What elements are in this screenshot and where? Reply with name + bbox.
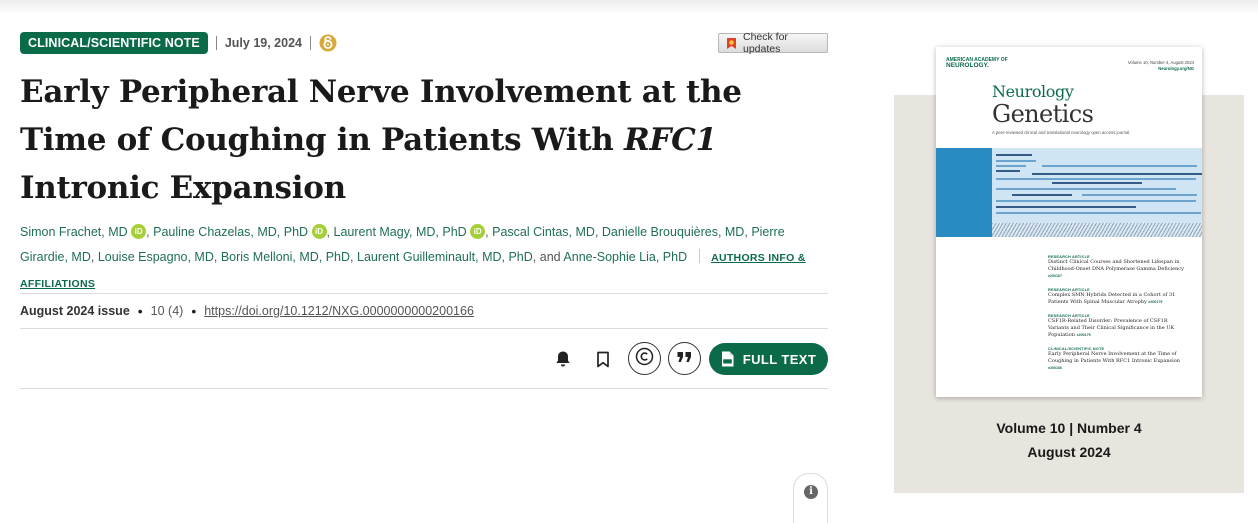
cover-article-title: Early Peripheral Nerve Involvement at th… (1048, 351, 1180, 364)
info-icon: i (804, 485, 818, 499)
divider (20, 388, 828, 389)
author-sep: , (146, 225, 150, 239)
bullet: • (137, 303, 143, 319)
author-sep: , (485, 225, 489, 239)
issue-month-line: August 2024 (1027, 444, 1111, 460)
cover-article-title: CSF1R-Related Disorder: Prevalence of CS… (1048, 318, 1175, 338)
open-access-icon (319, 34, 337, 52)
author-link[interactable]: Simon Frachet, MD (20, 225, 128, 239)
author-sep: , (594, 225, 599, 239)
author-link[interactable]: Louise Espagno, MD (98, 250, 214, 264)
volume-number: 10 (4) (150, 304, 184, 318)
bookmark-icon[interactable] (592, 348, 614, 370)
cover-society-logo: AMERICAN ACADEMY OF NEUROLOGY. (946, 57, 1008, 69)
bullet: • (191, 303, 197, 319)
author-link[interactable]: Laurent Guilleminault, MD, PhD (357, 250, 533, 264)
full-text-button[interactable]: FULL TEXT (709, 343, 828, 375)
full-text-label: FULL TEXT (742, 351, 817, 367)
issue-link[interactable]: August 2024 issue (20, 304, 130, 318)
divider (20, 293, 828, 294)
check-updates-icon (725, 37, 738, 50)
cover-issue-info: Volume 10, Number 4, August 2024 Neurolo… (1128, 60, 1194, 72)
cover-article: CLINICAL/SCIENTIFIC NOTE Early Periphera… (1048, 347, 1188, 372)
doi-link[interactable]: https://doi.org/10.1212/NXG.000000000020… (204, 304, 474, 318)
pdf-icon (721, 351, 734, 367)
author-sep: , (326, 225, 331, 239)
divider (215, 36, 217, 50)
orcid-icon[interactable]: iD (311, 224, 327, 239)
divider (310, 36, 311, 50)
cover-journal-name: Neurology (992, 82, 1074, 101)
cover-article: RESEARCH ARTICLE Complex SMN Hybrids Det… (1048, 288, 1188, 306)
quote-icon (677, 350, 692, 368)
issue-info[interactable]: Volume 10 | Number 4 August 2024 (894, 416, 1244, 464)
orcid-icon[interactable]: iD (131, 224, 147, 239)
cover-color-block (936, 148, 992, 237)
article-type-badge[interactable]: CLINICAL/SCIENTIFIC NOTE (20, 32, 208, 54)
cover-article-title: Distinct Clinical Courses and Shortened … (1048, 259, 1184, 272)
cover-subtitle: A peer-reviewed clinical and translation… (992, 130, 1130, 135)
cover-society-line2: NEUROLOGY. (946, 62, 989, 69)
top-shadow (0, 0, 1258, 14)
author-list: Simon Frachet, MD iD, Pauline Chazelas, … (20, 220, 810, 297)
cover-article-page: e200175 (1148, 300, 1163, 304)
issue-row: August 2024 issue • 10 (4) • https://doi… (20, 302, 474, 320)
issue-volume-line: Volume 10 | Number 4 (996, 420, 1142, 436)
author-link[interactable]: Boris Melloni, MD, PhD (221, 250, 350, 264)
cite-button[interactable] (668, 342, 701, 375)
author-link[interactable]: Laurent Magy, MD, PhD (334, 225, 467, 239)
author-sep: , (532, 250, 537, 264)
cover-article: RESEARCH ARTICLE CSF1R-Related Disorder:… (1048, 314, 1188, 339)
cover-image (992, 148, 1202, 237)
author-sep: , (350, 250, 354, 264)
cover-article-page: e200167 (1048, 274, 1062, 278)
author-link[interactable]: Danielle Brouquières, MD (602, 225, 744, 239)
author-link[interactable]: Anne-Sophie Lia, PhD (563, 250, 687, 264)
cover-article-page: e200179 (1076, 333, 1091, 337)
publish-date: July 19, 2024 (224, 36, 302, 50)
check-for-updates-button[interactable]: Check for updates (718, 31, 828, 55)
article-title: Early Peripheral Nerve Involvement at th… (20, 68, 820, 212)
permissions-button[interactable] (628, 342, 661, 375)
cover-article-page: e200166 (1048, 366, 1062, 370)
cover-article-list: RESEARCH ARTICLE Distinct Clinical Cours… (1048, 255, 1188, 380)
orcid-icon[interactable]: iD (470, 224, 486, 239)
divider (698, 249, 700, 263)
divider (20, 328, 828, 329)
author-sep: , (744, 225, 748, 239)
author-and: and (539, 250, 561, 264)
title-gene: RFC1 (623, 122, 717, 158)
bell-icon[interactable] (552, 348, 574, 370)
journal-cover[interactable]: AMERICAN ACADEMY OF NEUROLOGY. Volume 10… (936, 47, 1202, 397)
cover-url: Neurology.org/NG (1158, 66, 1194, 71)
copyright-icon (635, 347, 654, 371)
title-text-end: Intronic Expansion (20, 170, 346, 206)
check-for-updates-label: Check for updates (743, 31, 788, 55)
info-tab[interactable]: i (793, 473, 828, 523)
author-link[interactable]: Pascal Cintas, MD (492, 225, 595, 239)
article-meta-row: CLINICAL/SCIENTIFIC NOTE July 19, 2024 (20, 32, 337, 54)
author-link[interactable]: Pauline Chazelas, MD, PhD (153, 225, 308, 239)
author-sep: , (213, 250, 218, 264)
author-sep: , (90, 250, 95, 264)
cover-article: RESEARCH ARTICLE Distinct Clinical Cours… (1048, 255, 1188, 280)
cover-journal-name-2: Genetics (992, 100, 1094, 128)
